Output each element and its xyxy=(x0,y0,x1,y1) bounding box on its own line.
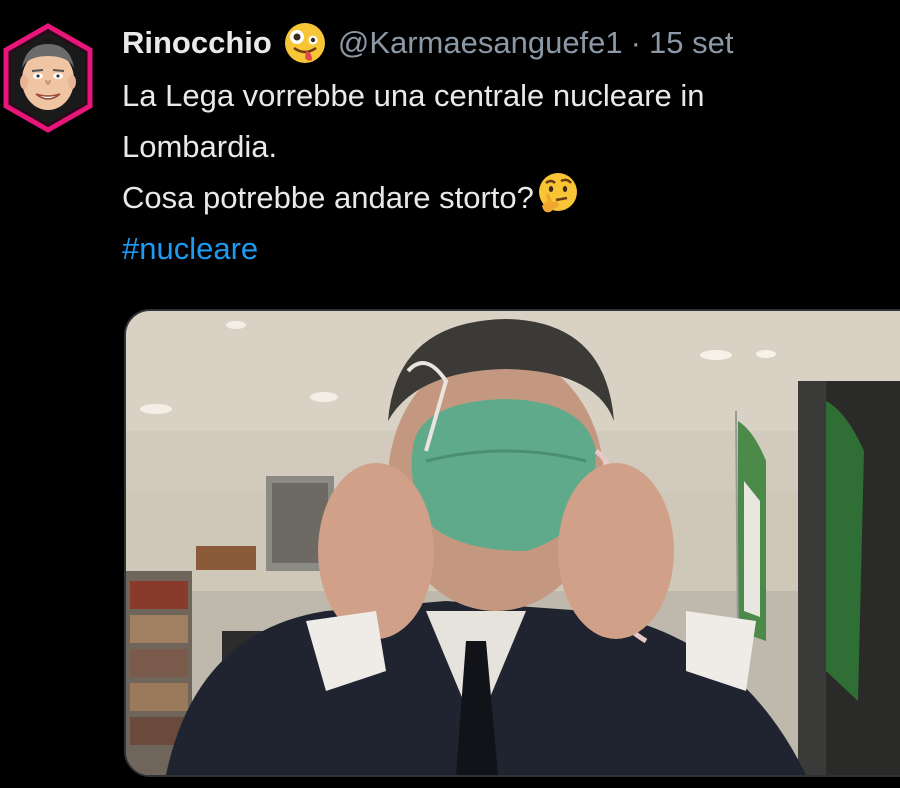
tweet-text-line: Cosa potrebbe andare storto? xyxy=(122,172,892,223)
tweet-header: Rinocchio @Karmaesanguefe1 · 15 set xyxy=(122,18,892,68)
tweet-media-photo[interactable] xyxy=(124,309,900,777)
tweet-text-question: Cosa potrebbe andare storto? xyxy=(122,180,534,215)
avatar[interactable] xyxy=(0,22,96,134)
thinking-face-icon xyxy=(536,172,580,216)
tweet-text-line: La Lega vorrebbe una centrale nucleare i… xyxy=(122,78,705,113)
zany-face-icon xyxy=(284,22,326,64)
hashtag-link[interactable]: #nucleare xyxy=(122,223,892,274)
tweet-text-line: Lombardia. xyxy=(122,129,278,164)
tweet[interactable]: Rinocchio @Karmaesanguefe1 · 15 set La L… xyxy=(0,0,900,788)
photo-man-adjusting-mask xyxy=(126,311,900,775)
tweet-text: La Lega vorrebbe una centrale nucleare i… xyxy=(122,70,892,274)
tweet-date[interactable]: 15 set xyxy=(649,25,733,61)
author-name[interactable]: Rinocchio xyxy=(122,25,272,61)
author-handle[interactable]: @Karmaesanguefe1 xyxy=(338,25,623,61)
tweet-content: Rinocchio @Karmaesanguefe1 · 15 set La L… xyxy=(122,18,892,274)
separator-dot: · xyxy=(630,25,641,60)
